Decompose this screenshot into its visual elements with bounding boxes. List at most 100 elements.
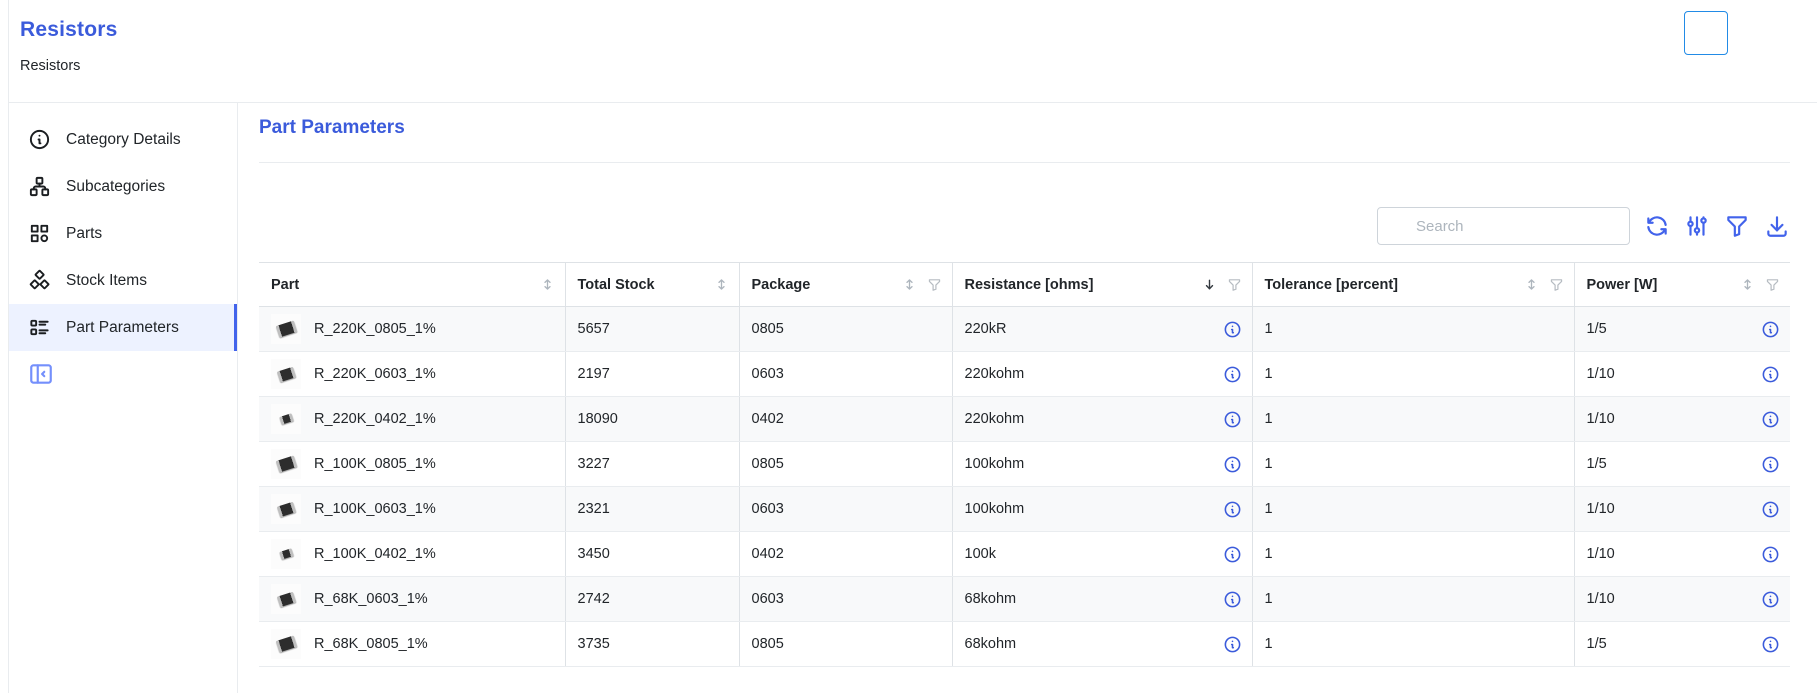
sidebar-nav: Category Details Subcategories Parts Sto… [9, 103, 238, 693]
notifications-button[interactable] [1684, 11, 1728, 55]
sidebar-item-subcategories[interactable]: Subcategories [9, 163, 237, 210]
column-filter-icon[interactable] [927, 277, 942, 292]
sidebar-item-part-parameters[interactable]: Part Parameters [9, 304, 237, 351]
breadcrumb[interactable]: Resistors [20, 58, 1817, 74]
info-icon[interactable] [1761, 590, 1780, 609]
sidebar-collapse-button[interactable] [28, 361, 54, 387]
table-row[interactable]: R_220K_0805_1% 5657 0805 220kR 1 1/5 [259, 307, 1790, 352]
bell-icon [1693, 20, 1719, 46]
column-label: Tolerance [percent] [1265, 277, 1399, 293]
package-cell: 0805 [739, 622, 952, 667]
panel-title: Part Parameters [259, 117, 1790, 139]
column-header-power-w[interactable]: Power [W] [1574, 263, 1790, 307]
part-cell: R_220K_0603_1% [259, 352, 565, 397]
column-header-total-stock[interactable]: Total Stock [565, 263, 739, 307]
part-name: R_220K_0805_1% [314, 321, 436, 337]
sort-icon[interactable] [1524, 277, 1539, 292]
part-thumbnail [271, 539, 301, 569]
sidebar-item-category-details[interactable]: Category Details [9, 116, 237, 163]
sidebar-item-label: Part Parameters [66, 319, 179, 337]
part-thumbnail [271, 494, 301, 524]
tolerance-cell: 1 [1252, 577, 1574, 622]
column-label: Total Stock [578, 277, 655, 293]
sidebar-item-label: Category Details [66, 131, 181, 149]
table-row[interactable]: R_68K_0805_1% 3735 0805 68kohm 1 1/5 [259, 622, 1790, 667]
filter-icon [1724, 213, 1750, 239]
table-row[interactable]: R_100K_0603_1% 2321 0603 100kohm 1 1/10 [259, 487, 1790, 532]
tolerance-cell: 1 [1252, 532, 1574, 577]
info-icon[interactable] [1761, 455, 1780, 474]
info-icon[interactable] [1761, 320, 1780, 339]
resistance-value: 68kohm [965, 636, 1017, 652]
info-icon[interactable] [1223, 320, 1242, 339]
tolerance-cell: 1 [1252, 397, 1574, 442]
table-row[interactable]: R_100K_0805_1% 3227 0805 100kohm 1 1/5 [259, 442, 1790, 487]
search-box[interactable] [1377, 207, 1630, 245]
resistance-value: 220kR [965, 321, 1007, 337]
info-icon[interactable] [1223, 590, 1242, 609]
info-icon[interactable] [1223, 455, 1242, 474]
tolerance-cell: 1 [1252, 622, 1574, 667]
table-row[interactable]: R_220K_0402_1% 18090 0402 220kohm 1 1/10 [259, 397, 1790, 442]
power-cell: 1/5 [1574, 622, 1790, 667]
column-filter-icon[interactable] [1227, 277, 1242, 292]
info-icon[interactable] [1223, 365, 1242, 384]
header-actions [1684, 11, 1768, 55]
column-header-tolerance-percent[interactable]: Tolerance [percent] [1252, 263, 1574, 307]
column-header-part[interactable]: Part [259, 263, 565, 307]
part-cell: R_100K_0603_1% [259, 487, 565, 532]
column-header-package[interactable]: Package [739, 263, 952, 307]
info-icon[interactable] [1761, 365, 1780, 384]
info-icon[interactable] [1761, 500, 1780, 519]
sort-icon[interactable] [540, 277, 555, 292]
sidebar-item-label: Parts [66, 225, 102, 243]
tolerance-cell: 1 [1252, 487, 1574, 532]
list-details-icon [28, 316, 51, 339]
info-icon[interactable] [1761, 635, 1780, 654]
resistance-value: 100kohm [965, 456, 1025, 472]
resistance-value: 220kohm [965, 366, 1025, 382]
sort-icon[interactable] [902, 277, 917, 292]
part-name: R_220K_0402_1% [314, 411, 436, 427]
table-row[interactable]: R_68K_0603_1% 2742 0603 68kohm 1 1/10 [259, 577, 1790, 622]
info-icon[interactable] [1761, 545, 1780, 564]
total-stock-cell: 2197 [565, 352, 739, 397]
part-thumbnail [271, 584, 301, 614]
resistance-value: 100kohm [965, 501, 1025, 517]
toolbar-actions [1644, 213, 1790, 239]
part-name: R_220K_0603_1% [314, 366, 436, 382]
dots-vertical-icon [1744, 18, 1768, 48]
info-icon[interactable] [1761, 410, 1780, 429]
info-icon[interactable] [1223, 500, 1242, 519]
sidebar-item-parts[interactable]: Parts [9, 210, 237, 257]
column-header-resistance-ohms[interactable]: Resistance [ohms] [952, 263, 1252, 307]
info-icon[interactable] [1223, 545, 1242, 564]
power-value: 1/5 [1587, 636, 1607, 652]
power-cell: 1/10 [1574, 397, 1790, 442]
filter-button[interactable] [1724, 213, 1750, 239]
column-filter-icon[interactable] [1765, 277, 1780, 292]
sitemap-icon [28, 175, 51, 198]
adjustments-button[interactable] [1684, 213, 1710, 239]
search-input[interactable] [1416, 218, 1621, 235]
sort-icon[interactable] [1740, 277, 1755, 292]
part-name: R_100K_0603_1% [314, 501, 436, 517]
total-stock-cell: 3450 [565, 532, 739, 577]
content-area: Category Details Subcategories Parts Sto… [9, 103, 1817, 693]
resistance-cell: 100kohm [952, 442, 1252, 487]
overflow-menu-button[interactable] [1744, 16, 1768, 50]
sort-descending-icon[interactable] [1202, 277, 1217, 292]
sort-icon[interactable] [714, 277, 729, 292]
info-icon[interactable] [1223, 410, 1242, 429]
power-cell: 1/5 [1574, 442, 1790, 487]
info-icon[interactable] [1223, 635, 1242, 654]
sidebar-item-label: Subcategories [66, 178, 165, 196]
power-cell: 1/10 [1574, 487, 1790, 532]
download-button[interactable] [1764, 213, 1790, 239]
part-name: R_68K_0603_1% [314, 591, 428, 607]
refresh-button[interactable] [1644, 213, 1670, 239]
column-filter-icon[interactable] [1549, 277, 1564, 292]
table-row[interactable]: R_220K_0603_1% 2197 0603 220kohm 1 1/10 [259, 352, 1790, 397]
table-row[interactable]: R_100K_0402_1% 3450 0402 100k 1 1/10 [259, 532, 1790, 577]
sidebar-item-stock-items[interactable]: Stock Items [9, 257, 237, 304]
